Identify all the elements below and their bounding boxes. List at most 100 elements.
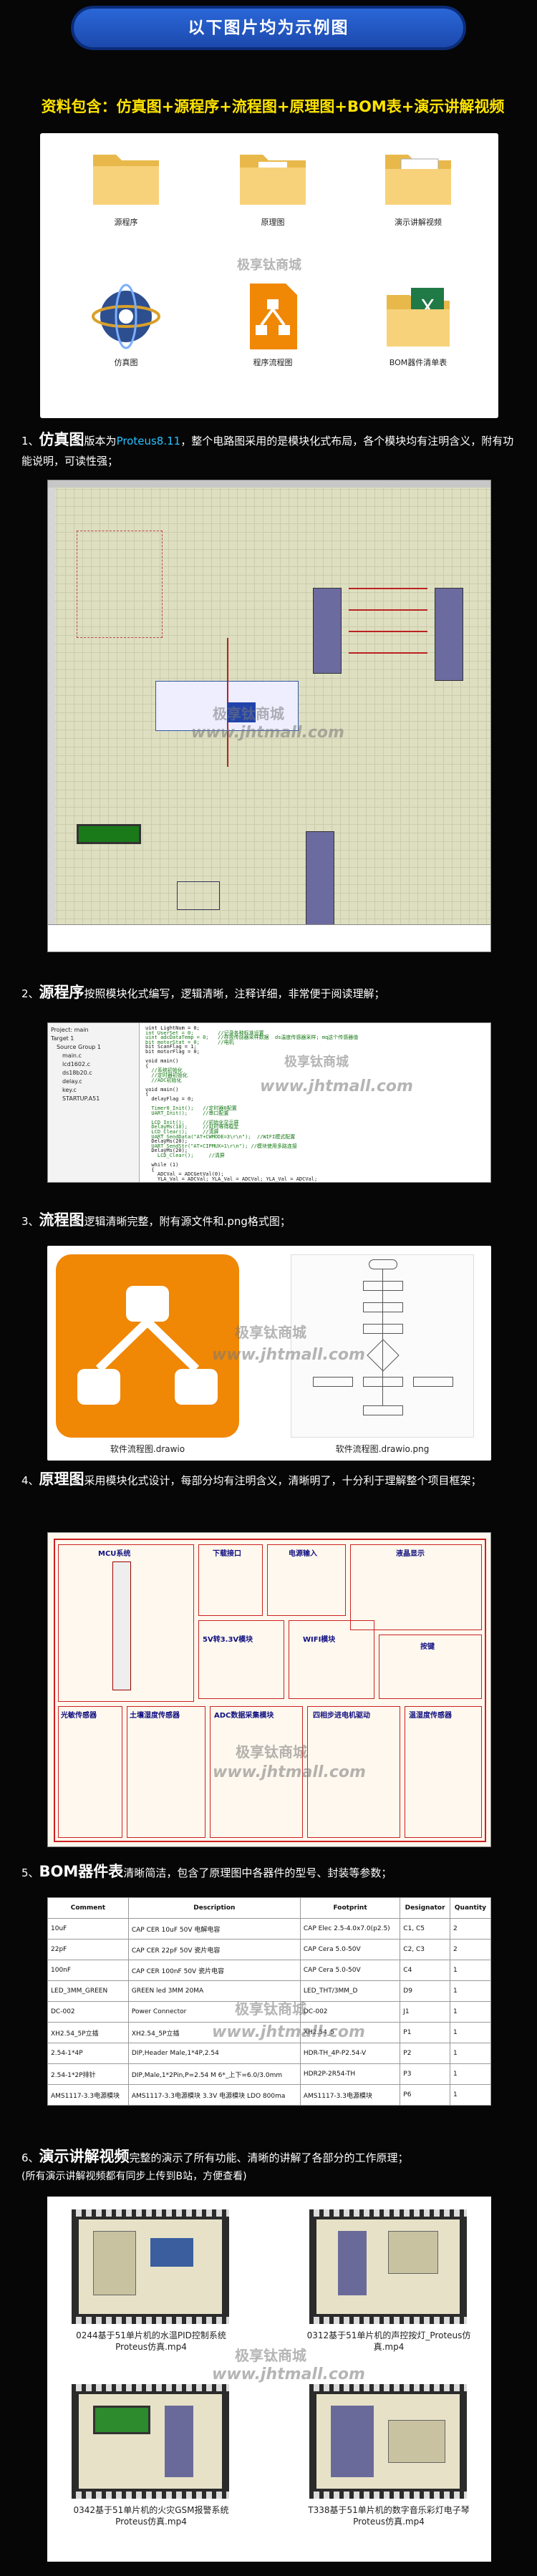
watermark-text: 极享钛商城 [235,1324,306,1341]
bom-cell: DIP,Header Male,1*4P,2.54 [127,2043,301,2064]
project-tree-item[interactable]: Target 1 [51,1035,136,1043]
sec-num: 3、 [21,1215,39,1228]
bom-cell: 22pF [47,1939,129,1960]
project-tree-item[interactable]: delay.c [51,1078,136,1086]
file-label: 源程序 [114,218,138,227]
section-2-heading: 2、源程序按照模块化式编写，逻辑清晰，注释详细，非常便于阅读理解； [21,982,516,1004]
sec-num: 5、 [21,1866,39,1879]
bom-cell: 2 [449,1918,491,1940]
watermark-url: www.jhtmall.com [212,1346,365,1364]
sec-title: 流程图 [39,1211,84,1229]
bom-cell: P3 [400,2063,450,2085]
project-tree-item[interactable]: Project: main [51,1026,136,1035]
bom-cell: C4 [400,1960,450,1981]
drawio-file-icon [250,284,297,349]
bom-header: Comment [47,1897,129,1919]
sec-title: BOM器件表 [39,1863,124,1880]
sec-title: 原理图 [39,1471,84,1488]
folder-icon [93,155,159,205]
file-item-simulation[interactable]: 仿真图 [90,281,162,402]
bom-cell: D9 [400,1980,450,2002]
video-title: 0342基于51单片机的火灾GSM报警系统Proteus仿真.mp4 [73,2505,229,2527]
sec-desc: 逻辑清晰完整，附有源文件和.png格式图； [84,1215,291,1228]
file-item-video[interactable]: 演示讲解视频 [382,146,454,253]
table-row: AMS1117-3.3电源模块 AMS1117-3.3电源模块 3.3V 电源模块… [47,2084,491,2106]
table-row: 100nF CAP CER 100nF 50V 瓷片电容 CAP Cera 5.0-… [47,1960,491,1981]
bom-cell: AMS1117-3.3电源模块 3.3V 电源模块 LDO 800ma [127,2084,301,2106]
schematic-screenshot: MCU系统 下载接口 电源输入 液晶显示 5V转3.3V模块 WIFI模块 按键… [47,1532,491,1847]
bom-header: Description [127,1897,301,1919]
schematic-label: 电源输入 [289,1550,317,1558]
code-screenshot: Project: main Target 1 Source Group 1 main.… [47,1022,491,1183]
bom-cell: P1 [400,2022,450,2043]
project-tree-item[interactable]: Source Group 1 [51,1043,136,1052]
video-thumb[interactable] [72,2384,229,2499]
schematic-label: 按键 [420,1643,435,1651]
folder-icon [385,155,451,205]
bom-cell: P2 [400,2043,450,2064]
file-label: 程序流程图 [253,358,293,367]
table-row: 22pF CAP CER 22pF 50V 瓷片电容 CAP Cera 5.0-50… [47,1939,491,1960]
bom-cell: LED_THT/3MM_D [299,1980,401,2002]
video-thumb[interactable] [72,2209,229,2324]
bom-cell: 2 [449,1939,491,1960]
section-3-heading: 3、流程图逻辑清晰完整，附有源文件和.png格式图； [21,1210,516,1231]
project-tree-item[interactable]: ds18b20.c [51,1069,136,1078]
flowchart-panel: 软件流程图.drawio 软件流程图.drawio.png 极享钛商城 www.… [47,1246,491,1461]
bom-cell: AMS1117-3.3电源模块 [299,2084,401,2106]
code-line: UART_SendStr("AT+CIPMUX=1\r\n"); //模块使用多… [145,1143,297,1149]
code-line: delayFlag = 0; [145,1095,194,1102]
table-row: 2.54-1*2P排针 DIP,Male,1*2Pin,P=2.54 M 6*_上… [47,2063,491,2085]
project-tree-item[interactable]: main.c [51,1052,136,1060]
section-6-heading: 6、演示讲解视频完整的演示了所有功能、清晰的讲解了各部分的工作原理； [21,2146,516,2168]
bom-cell: 2.54-1*4P [47,2043,129,2064]
sec-desc: 完整的演示了所有功能、清晰的讲解了各部分的工作原理； [129,2151,409,2164]
schematic-label: WIFI模块 [303,1636,336,1644]
schematic-label: 液晶显示 [396,1550,425,1558]
bom-cell: 1 [449,1980,491,2002]
sec-num: 4、 [21,1474,39,1487]
bom-cell: LED_3MM_GREEN [47,1980,129,2002]
file-item-schematic[interactable]: 原理图 [237,146,309,253]
schematic-label: 5V转3.3V模块 [203,1636,253,1644]
video-grid-panel: 0244基于51单片机的水温PID控制系统Proteus仿真.mp4 0312基… [47,2197,491,2562]
watermark-url: www.jhtmall.com [212,2366,365,2383]
proteus-version: Proteus8.11 [116,435,181,447]
project-tree-item[interactable]: key.c [51,1086,136,1095]
bom-cell: 1 [449,2022,491,2043]
bom-cell: C2, C3 [400,1939,450,1960]
code-editor: uint LightNum = 0; int UserSet = 0; //记录各… [141,1023,490,1182]
file-label: 原理图 [261,218,285,227]
watermark-url: www.jhtmall.com [212,2023,365,2041]
file-label: 仿真图 [114,358,138,367]
bom-cell: DC-002 [47,2001,129,2023]
schematic-label: 温湿度传感器 [409,1712,452,1720]
bom-cell: CAP CER 22pF 50V 瓷片电容 [127,1939,301,1960]
file-item-bom[interactable]: X BOM器件清单表 [382,281,454,402]
project-tree-item[interactable]: STARTUP.A51 [51,1095,136,1103]
bom-cell: P6 [400,2084,450,2106]
video-thumb[interactable] [309,2384,467,2499]
code-line: LCD_Clear(); //清屏 [145,1153,225,1159]
bom-cell: 2.54-1*2P排针 [47,2063,129,2085]
code-line: UART_Init(); //串口配置 [145,1110,229,1116]
project-tree-item[interactable]: lcd1602.c [51,1060,136,1069]
file-label: BOM器件清单表 [389,358,448,367]
bom-cell: HDR-TH_4P-P2.54-V [299,2043,401,2064]
top-banner: 以下图片均为示例图 [74,9,463,47]
file-item-source[interactable]: 源程序 [90,146,162,253]
code-line: UART_SendData("AT+CWMODE=3\r\n"); //WIFI… [145,1133,296,1140]
sec-title: 源程序 [39,984,84,1001]
bom-cell: CAP Elec 2.5-4.0x7.0(p2.5) [299,1918,401,1940]
bom-cell: 1 [449,2084,491,2106]
bom-cell: CAP Cera 5.0-50V [299,1939,401,1960]
bom-cell: DC-002 [299,2001,401,2023]
video-title: 0312基于51单片机的声控按灯_Proteus仿真.mp4 [306,2330,471,2352]
file-item-flowchart[interactable]: 程序流程图 [237,281,309,402]
schematic-label: 下载接口 [213,1550,241,1558]
video-thumb[interactable] [309,2209,467,2324]
watermark-url: www.jhtmall.com [213,1763,366,1781]
sec-pre: 版本为 [84,435,117,447]
sec-num: 6、 [21,2151,39,2164]
